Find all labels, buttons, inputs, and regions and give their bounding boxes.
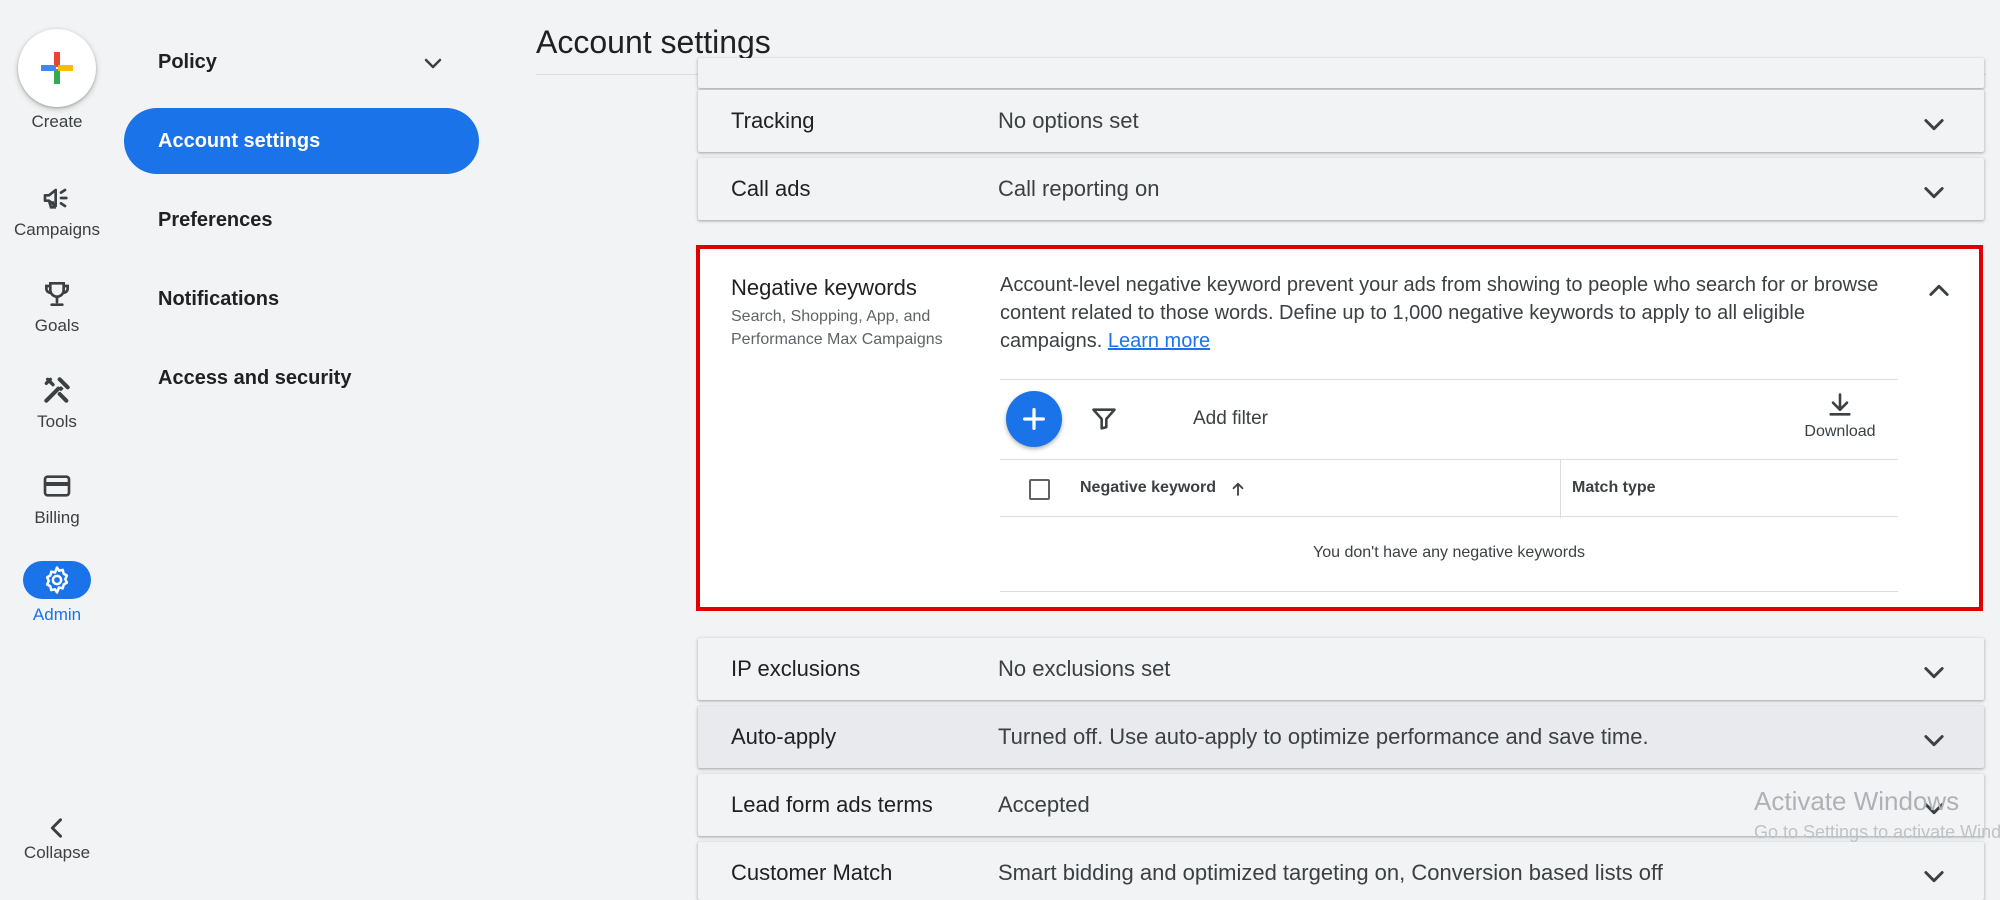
row-value: Accepted bbox=[998, 792, 1090, 817]
download-label: Download bbox=[1804, 423, 1876, 440]
rail-label-billing: Billing bbox=[34, 508, 80, 527]
row-title: Tracking bbox=[731, 108, 815, 133]
chevron-down-icon bbox=[424, 58, 442, 69]
trophy-icon bbox=[45, 282, 69, 306]
nav-item-account-settings[interactable]: Account settings bbox=[124, 108, 479, 174]
rail-label-admin: Admin bbox=[32, 605, 82, 624]
panel-description: Account-level negative keyword prevent y… bbox=[1000, 271, 1910, 355]
nav-item-notifications[interactable]: Notifications bbox=[124, 266, 479, 332]
activate-windows-hint: Go to Settings to activate Windows. bbox=[1754, 822, 2000, 842]
rail-item-tools[interactable]: Tools bbox=[0, 370, 114, 436]
negative-keywords-panel: Negative keywords Search, Shopping, App,… bbox=[696, 245, 1983, 611]
chevron-up-icon[interactable] bbox=[1925, 277, 1953, 305]
row-title: Customer Match bbox=[731, 860, 893, 885]
row-value: No exclusions set bbox=[998, 656, 1171, 681]
row-title: Auto-apply bbox=[731, 724, 837, 749]
settings-row-partial bbox=[698, 58, 1984, 88]
megaphone-icon bbox=[43, 188, 68, 209]
rail-label-goals: Goals bbox=[34, 316, 80, 335]
row-value: Call reporting on bbox=[998, 176, 1160, 201]
create-button[interactable] bbox=[18, 29, 96, 107]
row-title: Call ads bbox=[731, 176, 811, 201]
download-button[interactable]: Download bbox=[1790, 391, 1890, 441]
settings-row-ip-exclusions[interactable]: IP exclusions No exclusions set bbox=[698, 638, 1984, 700]
table-row: You don't have any negative keywords bbox=[1000, 517, 1898, 592]
panel-title: Negative keywords bbox=[731, 275, 917, 300]
add-filter-button[interactable]: Add filter bbox=[1193, 408, 1268, 430]
collapse-label: Collapse bbox=[23, 843, 91, 862]
row-title: Lead form ads terms bbox=[731, 792, 933, 817]
settings-row-customer-match[interactable]: Customer Match Smart bidding and optimiz… bbox=[698, 842, 1984, 900]
nav-label-policy: Policy bbox=[158, 50, 217, 73]
plus-icon bbox=[1023, 408, 1045, 430]
chevron-down-icon[interactable] bbox=[1920, 726, 1948, 754]
rail-label-campaigns: Campaigns bbox=[14, 220, 100, 239]
column-header-match-type[interactable]: Match type bbox=[1572, 479, 1656, 497]
plus-icon bbox=[41, 52, 73, 84]
chevron-down-icon[interactable] bbox=[1920, 110, 1948, 138]
table-header: Negative keyword Match type bbox=[1000, 459, 1898, 518]
arrow-up-icon[interactable] bbox=[1229, 480, 1247, 498]
nav-label-account-settings: Account settings bbox=[158, 129, 321, 152]
column-header-negative-keyword[interactable]: Negative keyword bbox=[1080, 479, 1216, 497]
rail-item-goals[interactable]: Goals bbox=[0, 274, 114, 340]
empty-state-message: You don't have any negative keywords bbox=[1313, 544, 1585, 561]
column-divider bbox=[1560, 460, 1561, 518]
learn-more-link[interactable]: Learn more bbox=[1108, 330, 1210, 352]
nav-item-preferences[interactable]: Preferences bbox=[124, 187, 479, 253]
panel-subtitle: Search, Shopping, App, and Performance M… bbox=[731, 308, 943, 348]
add-negative-keyword-button[interactable] bbox=[1006, 391, 1062, 447]
rail-item-admin[interactable]: Admin bbox=[0, 561, 114, 627]
settings-row-call-ads[interactable]: Call ads Call reporting on bbox=[698, 158, 1984, 220]
gear-icon bbox=[45, 566, 69, 594]
rail-item-billing[interactable]: Billing bbox=[0, 466, 114, 532]
chevron-down-icon[interactable] bbox=[1920, 658, 1948, 686]
left-rail: Create Campaigns Goals Tools Billing Adm… bbox=[0, 0, 114, 900]
tools-icon bbox=[44, 377, 70, 403]
settings-row-tracking[interactable]: Tracking No options set bbox=[698, 90, 1984, 152]
nav-item-access-and-security[interactable]: Access and security bbox=[124, 345, 479, 411]
settings-row-auto-apply[interactable]: Auto-apply Turned off. Use auto-apply to… bbox=[698, 706, 1984, 768]
select-all-checkbox[interactable] bbox=[1029, 479, 1050, 500]
row-title: IP exclusions bbox=[731, 656, 861, 681]
nav-label-preferences: Preferences bbox=[158, 208, 273, 231]
nav-label-access-and-security: Access and security bbox=[158, 366, 352, 389]
create-label: Create bbox=[31, 112, 83, 131]
nav-label-notifications: Notifications bbox=[158, 287, 280, 310]
rail-label-tools: Tools bbox=[37, 412, 77, 431]
activate-windows-watermark: Activate Windows bbox=[1754, 786, 1960, 816]
filter-icon[interactable] bbox=[1090, 405, 1118, 433]
row-value: Smart bidding and optimized targeting on… bbox=[998, 860, 1663, 885]
nav-item-policy[interactable]: Policy bbox=[124, 29, 479, 95]
download-icon bbox=[1829, 393, 1851, 416]
row-value: Turned off. Use auto-apply to optimize p… bbox=[998, 724, 1649, 749]
chevron-down-icon[interactable] bbox=[1920, 178, 1948, 206]
admin-pill bbox=[23, 561, 91, 599]
credit-card-icon bbox=[43, 475, 71, 497]
collapse-button[interactable]: Collapse bbox=[0, 814, 114, 866]
row-value: No options set bbox=[998, 108, 1139, 133]
page-title: Account settings bbox=[536, 24, 771, 60]
chevron-down-icon[interactable] bbox=[1920, 862, 1948, 890]
chevron-left-icon bbox=[50, 818, 62, 838]
toolbar-divider bbox=[1000, 379, 1898, 380]
rail-item-campaigns[interactable]: Campaigns bbox=[0, 178, 114, 244]
